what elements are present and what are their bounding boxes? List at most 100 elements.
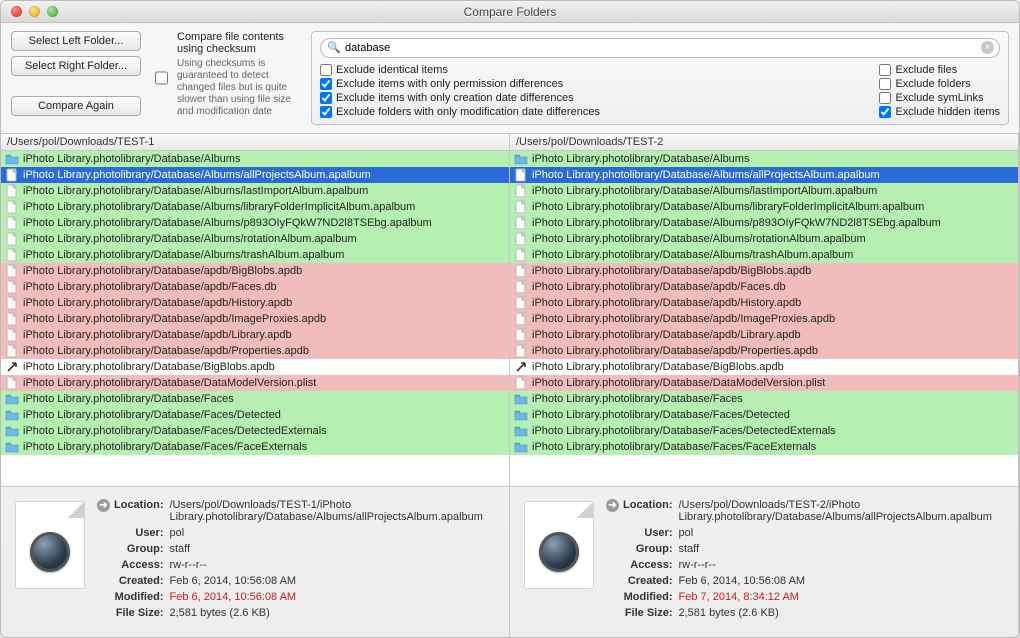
checksum-hint: Using checksums is guaranteed to detect … <box>177 58 301 118</box>
list-item[interactable]: iPhoto Library.photolibrary/Database/Fac… <box>510 407 1018 423</box>
filter-exclude-folders[interactable]: Exclude folders <box>879 78 1000 90</box>
filter-checkbox[interactable] <box>879 64 891 76</box>
list-item[interactable]: iPhoto Library.photolibrary/Database/Fac… <box>1 391 509 407</box>
list-item[interactable]: iPhoto Library.photolibrary/Database/Alb… <box>510 151 1018 167</box>
folder-icon <box>5 152 19 166</box>
list-item[interactable]: iPhoto Library.photolibrary/Database/Alb… <box>510 183 1018 199</box>
filter-exclude-mod[interactable]: Exclude folders with only modification d… <box>320 106 600 118</box>
list-item[interactable]: iPhoto Library.photolibrary/Database/Fac… <box>1 423 509 439</box>
meta-key: Access: <box>606 559 677 573</box>
list-item[interactable]: iPhoto Library.photolibrary/Database/apd… <box>1 327 509 343</box>
alias-icon <box>5 360 19 374</box>
filter-exclude-identical[interactable]: Exclude identical items <box>320 64 600 76</box>
list-item[interactable]: iPhoto Library.photolibrary/Database/Big… <box>1 359 509 375</box>
reveal-icon[interactable]: ➜ <box>97 499 110 512</box>
reveal-icon[interactable]: ➜ <box>606 499 619 512</box>
list-item[interactable]: iPhoto Library.photolibrary/Database/Fac… <box>510 439 1018 455</box>
compare-again-button[interactable]: Compare Again <box>11 96 141 116</box>
list-item[interactable]: iPhoto Library.photolibrary/Database/apd… <box>1 311 509 327</box>
left-path-header[interactable]: /Users/pol/Downloads/TEST-1 <box>1 134 510 150</box>
list-item-path: iPhoto Library.photolibrary/Database/Alb… <box>532 169 880 181</box>
meta-key: ➜Location: <box>606 499 677 525</box>
list-item[interactable]: iPhoto Library.photolibrary/Database/apd… <box>510 295 1018 311</box>
checksum-checkbox[interactable] <box>155 34 168 122</box>
clear-search-icon[interactable]: × <box>981 41 994 54</box>
filter-checkbox[interactable] <box>879 78 891 90</box>
left-file-list[interactable]: iPhoto Library.photolibrary/Database/Alb… <box>1 151 510 486</box>
meta-value: /Users/pol/Downloads/TEST-2/iPhoto Libra… <box>679 499 1003 525</box>
filter-checkbox[interactable] <box>879 106 891 118</box>
alias-icon <box>514 360 528 374</box>
right-file-list[interactable]: iPhoto Library.photolibrary/Database/Alb… <box>510 151 1019 486</box>
list-item[interactable]: iPhoto Library.photolibrary/Database/apd… <box>1 263 509 279</box>
titlebar: Compare Folders <box>1 1 1019 23</box>
list-item[interactable]: iPhoto Library.photolibrary/Database/Alb… <box>510 199 1018 215</box>
list-item-path: iPhoto Library.photolibrary/Database/apd… <box>23 297 292 309</box>
list-item[interactable]: iPhoto Library.photolibrary/Database/apd… <box>510 279 1018 295</box>
list-item-path: iPhoto Library.photolibrary/Database/apd… <box>532 265 811 277</box>
list-item[interactable]: iPhoto Library.photolibrary/Database/apd… <box>1 343 509 359</box>
list-item[interactable]: iPhoto Library.photolibrary/Database/apd… <box>1 295 509 311</box>
list-item-path: iPhoto Library.photolibrary/Database/Fac… <box>23 393 234 405</box>
list-item[interactable]: iPhoto Library.photolibrary/Database/Alb… <box>510 247 1018 263</box>
meta-value: staff <box>679 543 1003 557</box>
list-item-path: iPhoto Library.photolibrary/Database/Fac… <box>23 441 307 453</box>
list-item[interactable]: iPhoto Library.photolibrary/Database/Alb… <box>1 231 509 247</box>
file-icon <box>5 296 19 310</box>
search-input[interactable] <box>320 38 1000 58</box>
list-item[interactable]: iPhoto Library.photolibrary/Database/apd… <box>510 311 1018 327</box>
select-right-button[interactable]: Select Right Folder... <box>11 56 141 76</box>
meta-value: rw-r--r-- <box>170 559 494 573</box>
filter-checkbox[interactable] <box>320 78 332 90</box>
list-item[interactable]: iPhoto Library.photolibrary/Database/Big… <box>510 359 1018 375</box>
filter-checkbox[interactable] <box>879 92 891 104</box>
list-item[interactable]: iPhoto Library.photolibrary/Database/Alb… <box>510 231 1018 247</box>
filter-exclude-perm[interactable]: Exclude items with only permission diffe… <box>320 78 600 90</box>
list-item[interactable]: iPhoto Library.photolibrary/Database/Alb… <box>1 247 509 263</box>
file-icon <box>514 184 528 198</box>
filter-exclude-created[interactable]: Exclude items with only creation date di… <box>320 92 600 104</box>
list-item[interactable]: iPhoto Library.photolibrary/Database/Fac… <box>1 407 509 423</box>
list-item[interactable]: iPhoto Library.photolibrary/Database/Alb… <box>510 167 1018 183</box>
filter-exclude-symlinks[interactable]: Exclude symLinks <box>879 92 1000 104</box>
list-item[interactable]: iPhoto Library.photolibrary/Database/Alb… <box>1 167 509 183</box>
list-item[interactable]: iPhoto Library.photolibrary/Database/Alb… <box>1 151 509 167</box>
list-item[interactable]: iPhoto Library.photolibrary/Database/Alb… <box>510 215 1018 231</box>
filter-checkbox[interactable] <box>320 92 332 104</box>
folder-icon <box>5 424 19 438</box>
list-item[interactable]: iPhoto Library.photolibrary/Database/Fac… <box>510 391 1018 407</box>
folder-icon <box>5 392 19 406</box>
list-item[interactable]: iPhoto Library.photolibrary/Database/apd… <box>510 263 1018 279</box>
list-item-path: iPhoto Library.photolibrary/Database/apd… <box>23 345 309 357</box>
list-item[interactable]: iPhoto Library.photolibrary/Database/apd… <box>510 343 1018 359</box>
list-item-path: iPhoto Library.photolibrary/Database/Big… <box>532 361 784 373</box>
filter-exclude-files[interactable]: Exclude files <box>879 64 1000 76</box>
filter-exclude-hidden[interactable]: Exclude hidden items <box>879 106 1000 118</box>
filter-label: Exclude files <box>895 64 957 76</box>
list-item[interactable]: iPhoto Library.photolibrary/Database/apd… <box>1 279 509 295</box>
list-item[interactable]: iPhoto Library.photolibrary/Database/Alb… <box>1 215 509 231</box>
list-item[interactable]: iPhoto Library.photolibrary/Database/apd… <box>510 327 1018 343</box>
right-path-header[interactable]: /Users/pol/Downloads/TEST-2 <box>510 134 1019 150</box>
camera-lens-icon <box>30 532 70 572</box>
list-item[interactable]: iPhoto Library.photolibrary/Database/Alb… <box>1 199 509 215</box>
select-left-button[interactable]: Select Left Folder... <box>11 31 141 51</box>
list-item-path: iPhoto Library.photolibrary/Database/Big… <box>23 361 275 373</box>
meta-value: Feb 6, 2014, 10:56:08 AM <box>170 591 494 605</box>
file-icon <box>5 344 19 358</box>
list-item[interactable]: iPhoto Library.photolibrary/Database/Dat… <box>510 375 1018 391</box>
list-item-path: iPhoto Library.photolibrary/Database/apd… <box>532 313 835 325</box>
list-item[interactable]: iPhoto Library.photolibrary/Database/Dat… <box>1 375 509 391</box>
list-item[interactable]: iPhoto Library.photolibrary/Database/Fac… <box>510 423 1018 439</box>
file-icon <box>514 296 528 310</box>
meta-key: ➜Location: <box>97 499 168 525</box>
filter-checkbox[interactable] <box>320 106 332 118</box>
list-item[interactable]: iPhoto Library.photolibrary/Database/Fac… <box>1 439 509 455</box>
filter-checkbox[interactable] <box>320 64 332 76</box>
filter-label: Exclude items with only creation date di… <box>336 92 574 104</box>
list-item-path: iPhoto Library.photolibrary/Database/Fac… <box>23 409 281 421</box>
list-item[interactable]: iPhoto Library.photolibrary/Database/Alb… <box>1 183 509 199</box>
right-detail-panel: ➜Location:/Users/pol/Downloads/TEST-2/iP… <box>510 487 1019 637</box>
list-item-path: iPhoto Library.photolibrary/Database/Alb… <box>532 233 866 245</box>
file-icon <box>5 280 19 294</box>
